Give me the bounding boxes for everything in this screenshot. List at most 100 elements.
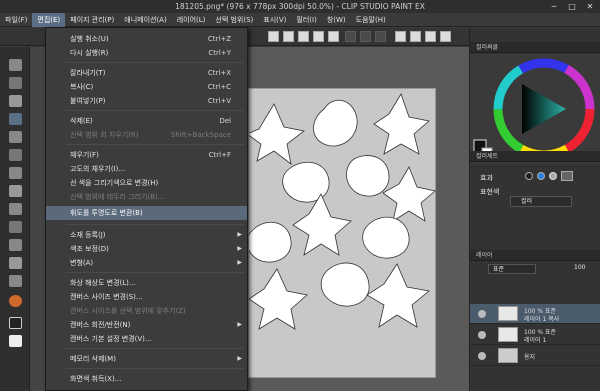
menu-item-register-material[interactable]: 소재 등록(J) ▶	[46, 228, 247, 242]
color-wheel-tab[interactable]: 컬러써클	[470, 42, 600, 53]
toolbar-button[interactable]	[360, 31, 371, 42]
menu-item-cut[interactable]: 잘라내기(T) Ctrl+X	[46, 66, 247, 80]
opacity-value[interactable]: 100	[574, 264, 585, 271]
expression-label: 표현색	[480, 188, 500, 196]
toolbar-button[interactable]	[440, 31, 451, 42]
expression-select[interactable]: 컬러	[510, 196, 572, 207]
figure-tool-icon[interactable]	[9, 257, 22, 269]
menu-item-delete[interactable]: 삭제(E) Del	[46, 114, 247, 128]
effect-button[interactable]	[549, 172, 557, 180]
right-panel: 컬러써클 컬러세트 효과 표현색 컬러 레이어 표준 100 100 % 표준 …	[469, 28, 600, 391]
menu-item-clear-memory[interactable]: 메모리 삭제(M) ▶	[46, 352, 247, 366]
text-tool-icon[interactable]	[9, 275, 22, 287]
pencil-tool-icon[interactable]	[9, 149, 22, 161]
layer-item[interactable]: 용지	[470, 346, 600, 366]
canvas-paper[interactable]	[246, 88, 436, 378]
menu-file[interactable]: 파일(F)	[0, 13, 32, 27]
menu-item-change-line-color[interactable]: 선 색을 그리기색으로 변경(H)	[46, 176, 247, 190]
chevron-right-icon: ▶	[237, 321, 242, 328]
menu-item-stroke-selection[interactable]: 선택 범위에 테두리 그리기(B)...	[46, 190, 247, 204]
menu-item-obtain-screen-color[interactable]: 화면색 취득(X)...	[46, 372, 247, 386]
menu-separator	[66, 110, 244, 111]
eye-icon[interactable]	[478, 310, 486, 318]
tool-palette	[0, 47, 30, 391]
menu-item-canvas-properties[interactable]: 캔버스 기본 설정 변경(V)...	[46, 332, 247, 346]
blend-mode-select[interactable]: 표준	[488, 264, 536, 274]
toolbar-button[interactable]	[375, 31, 386, 42]
layer-item[interactable]: 100 % 표준 레이어 1	[470, 325, 600, 345]
chevron-right-icon: ▶	[237, 245, 242, 252]
menu-item-redo[interactable]: 다시 실행(R) Ctrl+Y	[46, 46, 247, 60]
eye-icon[interactable]	[478, 331, 486, 339]
close-button[interactable]: ✕	[581, 0, 599, 13]
menu-page[interactable]: 페이지 관리(P)	[65, 13, 119, 27]
fill-tool-icon[interactable]	[9, 221, 22, 233]
layer-thumbnail	[498, 327, 518, 342]
toolbar-button[interactable]	[410, 31, 421, 42]
minimize-button[interactable]: ─	[545, 0, 563, 13]
effects-label: 효과	[480, 174, 493, 182]
eyedropper-icon[interactable]	[9, 95, 22, 107]
menu-layer[interactable]: 레이어(L)	[172, 13, 211, 27]
menu-item-fit-canvas-to-selection[interactable]: 캔버스 사이즈를 선택 범위에 맞추기(Z)	[46, 304, 247, 318]
window-title: 181205.png* (976 x 778px 300dpi 50.0%) -…	[175, 2, 425, 11]
menu-item-advanced-fill[interactable]: 고도의 채우기(I)...	[46, 162, 247, 176]
toolbar-button[interactable]	[345, 31, 356, 42]
menu-item-image-resolution[interactable]: 화상 해상도 변경(L)...	[46, 276, 247, 290]
menu-item-copy[interactable]: 복사(C) Ctrl+C	[46, 80, 247, 94]
toolbar-button[interactable]	[298, 31, 309, 42]
toolbar-button[interactable]	[395, 31, 406, 42]
menu-item-tonal-correction[interactable]: 색조 보정(D) ▶	[46, 242, 247, 256]
title-bar: 181205.png* (976 x 778px 300dpi 50.0%) -…	[0, 0, 600, 13]
main-color-icon[interactable]	[9, 317, 22, 329]
menu-bar: 파일(F) 편집(E) 페이지 관리(P) 애니메이션(A) 레이어(L) 선택…	[0, 12, 600, 27]
brush-tool-icon[interactable]	[9, 167, 22, 179]
toolbar-button[interactable]	[328, 31, 339, 42]
sub-tool-strip	[30, 47, 46, 391]
layer-item[interactable]: 100 % 표준 레이어 1 복사	[470, 304, 600, 324]
chevron-right-icon: ▶	[237, 231, 242, 238]
effect-button[interactable]	[561, 171, 573, 181]
color-wheel-panel[interactable]	[470, 54, 600, 164]
menu-window[interactable]: 창(W)	[322, 13, 351, 27]
menu-view[interactable]: 표시(V)	[258, 13, 291, 27]
layer-tab[interactable]: 레이어	[470, 250, 600, 261]
flower-drawing	[246, 93, 436, 330]
menu-filter[interactable]: 필터(I)	[291, 13, 321, 27]
menu-item-luminance-to-opacity[interactable]: 휘도를 투명도로 변환(B)	[46, 206, 247, 220]
color-wheel[interactable]	[470, 54, 600, 164]
menu-separator	[66, 144, 244, 145]
menu-item-canvas-size[interactable]: 캔버스 사이즈 변경(S)...	[46, 290, 247, 304]
menu-edit[interactable]: 편집(E)	[32, 12, 66, 27]
toolbar-button[interactable]	[425, 31, 436, 42]
layer-thumbnail	[498, 348, 518, 363]
menu-animation[interactable]: 애니메이션(A)	[119, 13, 171, 27]
gradient-tool-icon[interactable]	[9, 239, 22, 251]
menu-item-paste[interactable]: 붙여넣기(P) Ctrl+V	[46, 94, 247, 108]
effect-button[interactable]	[537, 172, 545, 180]
airbrush-icon[interactable]	[9, 185, 22, 197]
menu-item-rotate-flip-canvas[interactable]: 캔버스 회전/반전(N) ▶	[46, 318, 247, 332]
hand-tool-icon[interactable]	[9, 77, 22, 89]
effects-buttons[interactable]	[525, 171, 585, 182]
toolbar-button[interactable]	[268, 31, 279, 42]
eye-icon[interactable]	[478, 352, 486, 360]
menu-selection[interactable]: 선택 범위(S)	[210, 13, 258, 27]
selection-tool-icon[interactable]	[9, 113, 22, 125]
maximize-button[interactable]: □	[563, 0, 581, 13]
pen-tool-icon[interactable]	[9, 131, 22, 143]
menu-item-fill[interactable]: 채우기(F) Ctrl+F	[46, 148, 247, 162]
zoom-tool-icon[interactable]	[9, 59, 22, 71]
sub-color-icon[interactable]	[9, 335, 22, 347]
menu-item-clear-outside[interactable]: 선택 범위 외 지우기(R) Shift+BackSpace	[46, 128, 247, 142]
layer-thumbnail	[498, 306, 518, 321]
toolbar-button[interactable]	[313, 31, 324, 42]
menu-help[interactable]: 도움말(H)	[351, 13, 391, 27]
menu-item-transform[interactable]: 변형(A) ▶	[46, 256, 247, 270]
menu-item-undo[interactable]: 실행 취소(U) Ctrl+Z	[46, 32, 247, 46]
eraser-icon[interactable]	[9, 203, 22, 215]
toolbar-button[interactable]	[283, 31, 294, 42]
decoration-tool-icon[interactable]	[9, 295, 22, 307]
effect-button[interactable]	[525, 172, 533, 180]
color-set-tab[interactable]: 컬러세트	[470, 151, 600, 162]
